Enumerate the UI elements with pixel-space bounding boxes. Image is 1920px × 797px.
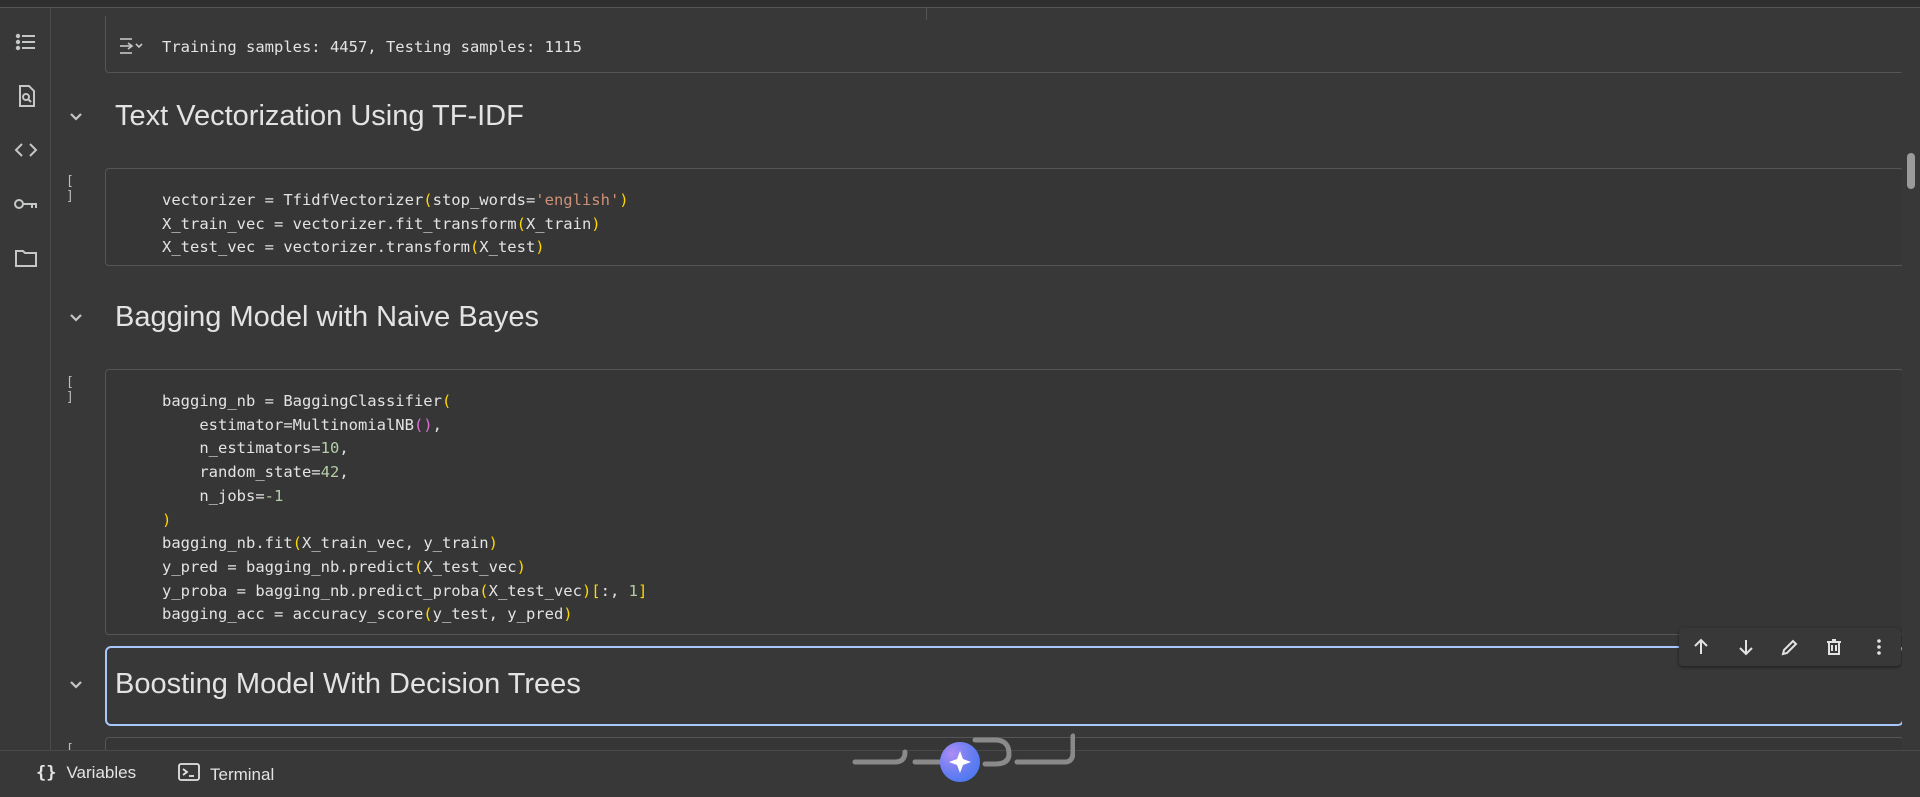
code-line: X_test_vec = vectorizer.transform(X_test… — [162, 238, 545, 257]
output-area: Training samples: 4457, Testing samples:… — [105, 8, 1902, 73]
code-line: ) — [162, 510, 172, 529]
terminal-label: Terminal — [210, 764, 275, 784]
cell-toolbar — [1679, 628, 1901, 666]
watermark-logo — [845, 722, 1076, 782]
code-line: y_pred = bagging_nb.predict(X_test_vec) — [162, 557, 526, 576]
run-cell-button[interactable]: [ ] — [66, 742, 88, 750]
code-line: n_estimators=10, — [162, 439, 349, 458]
find-replace-icon[interactable] — [12, 82, 40, 110]
code-cell[interactable]: bagging_nb = BaggingClassifier( estimato… — [105, 369, 1902, 635]
vertical-scrollbar[interactable] — [1902, 8, 1920, 750]
more-vert-icon[interactable] — [1864, 632, 1894, 662]
secrets-key-icon[interactable] — [12, 190, 40, 218]
variables-braces-icon: {} — [36, 763, 57, 783]
code-line: estimator=MultinomialNB(), — [162, 415, 442, 434]
files-folder-icon[interactable] — [12, 244, 40, 272]
code-editor[interactable]: vectorizer = TfidfVectorizer(stop_words=… — [162, 189, 629, 260]
divider — [926, 8, 927, 20]
variables-button[interactable]: {} Variables — [36, 763, 136, 783]
run-cell-button[interactable]: [ ] — [66, 174, 88, 204]
code-line: random_state=42, — [162, 463, 349, 482]
edit-pencil-icon[interactable] — [1775, 632, 1805, 662]
code-line: vectorizer = TfidfVectorizer(stop_words=… — [162, 191, 629, 209]
code-line: y_proba = bagging_nb.predict_proba(X_tes… — [162, 581, 648, 600]
terminal-icon — [178, 763, 200, 786]
collapse-section-chevron-icon[interactable] — [65, 674, 87, 696]
move-down-icon[interactable] — [1731, 632, 1761, 662]
code-editor[interactable]: bagging_nb = BaggingClassifier( estimato… — [162, 390, 647, 627]
table-of-contents-icon[interactable] — [12, 28, 40, 56]
code-line: bagging_acc = accuracy_score(y_test, y_p… — [162, 605, 573, 624]
code-line: X_train_vec = vectorizer.fit_transform(X… — [162, 214, 601, 233]
code-line: n_jobs=-1 — [162, 486, 284, 505]
code-line: bagging_nb.fit(X_train_vec, y_train) — [162, 534, 498, 553]
section-heading[interactable]: Boosting Model With Decision Trees — [115, 668, 581, 701]
code-line: bagging_nb = BaggingClassifier( — [162, 392, 452, 410]
scrollbar-thumb[interactable] — [1907, 153, 1915, 189]
code-snippets-icon[interactable] — [12, 136, 40, 164]
terminal-button[interactable]: Terminal — [178, 763, 274, 786]
run-cell-button[interactable]: [ ] — [66, 375, 88, 405]
output-toggle-icon[interactable] — [118, 36, 144, 61]
collapse-section-chevron-icon[interactable] — [65, 307, 87, 329]
output-text: Training samples: 4457, Testing samples:… — [162, 38, 582, 56]
left-sidebar — [0, 8, 51, 750]
move-up-icon[interactable] — [1686, 632, 1716, 662]
collapse-section-chevron-icon[interactable] — [65, 106, 87, 128]
notebook-area: Training samples: 4457, Testing samples:… — [51, 8, 1902, 750]
top-divider — [0, 0, 1920, 8]
section-heading[interactable]: Text Vectorization Using TF-IDF — [115, 100, 524, 133]
section-heading[interactable]: Bagging Model with Naive Bayes — [115, 301, 539, 334]
delete-trash-icon[interactable] — [1819, 632, 1849, 662]
variables-label: Variables — [66, 763, 137, 782]
code-cell[interactable]: vectorizer = TfidfVectorizer(stop_words=… — [105, 168, 1902, 266]
